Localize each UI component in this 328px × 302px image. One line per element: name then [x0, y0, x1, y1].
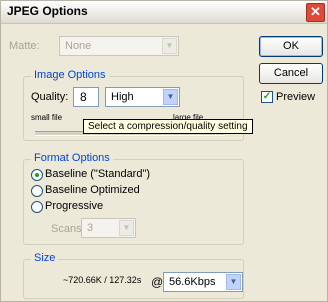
chevron-down-icon: ▼ [162, 38, 177, 54]
chevron-down-icon: ▼ [226, 274, 241, 290]
cancel-button[interactable]: Cancel [259, 63, 323, 84]
scans-label: Scans: [51, 223, 85, 235]
radio-progressive[interactable] [31, 201, 43, 213]
title-bar[interactable]: JPEG Options ✕ [1, 1, 327, 24]
image-options-legend: Image Options [31, 69, 109, 81]
at-symbol: @ [151, 275, 164, 289]
option-progressive: Progressive [45, 200, 104, 212]
scans-select[interactable]: 3 ▼ [81, 218, 136, 238]
chevron-down-icon: ▼ [119, 220, 134, 236]
quality-select[interactable]: High ▼ [105, 87, 180, 107]
quality-input[interactable]: 8 [73, 87, 99, 107]
download-speed-select[interactable]: 56.6Kbps ▼ [163, 272, 243, 292]
download-speed-value: 56.6Kbps [169, 276, 216, 288]
radio-baseline-standard[interactable] [31, 169, 43, 181]
radio-baseline-optimized[interactable] [31, 185, 43, 197]
preview-label: Preview [276, 91, 316, 103]
close-icon[interactable]: ✕ [306, 3, 325, 22]
small-file-label: small file [31, 113, 63, 122]
quality-label: Quality: [31, 91, 69, 103]
size-legend: Size [31, 252, 59, 264]
tooltip: Select a compression/quality setting [83, 119, 253, 134]
quality-select-value: High [111, 91, 134, 103]
format-options-legend: Format Options [31, 152, 113, 164]
scans-value: 3 [87, 222, 94, 234]
matte-value: None [65, 40, 92, 52]
window-title: JPEG Options [7, 4, 88, 18]
jpeg-options-dialog: JPEG Options ✕ Matte: None ▼ OK Cancel ✓… [0, 0, 328, 302]
matte-select[interactable]: None ▼ [59, 36, 179, 56]
quality-value: 8 [80, 90, 87, 104]
matte-label: Matte: [9, 40, 40, 52]
chevron-down-icon: ▼ [163, 89, 178, 105]
preview-checkbox[interactable]: ✓ [261, 91, 273, 103]
option-baseline-optimized: Baseline Optimized [45, 184, 140, 196]
option-baseline-standard: Baseline ("Standard") [45, 168, 151, 180]
ok-button[interactable]: OK [259, 36, 323, 57]
size-estimate: ~720.66K / 127.32s [63, 275, 142, 285]
